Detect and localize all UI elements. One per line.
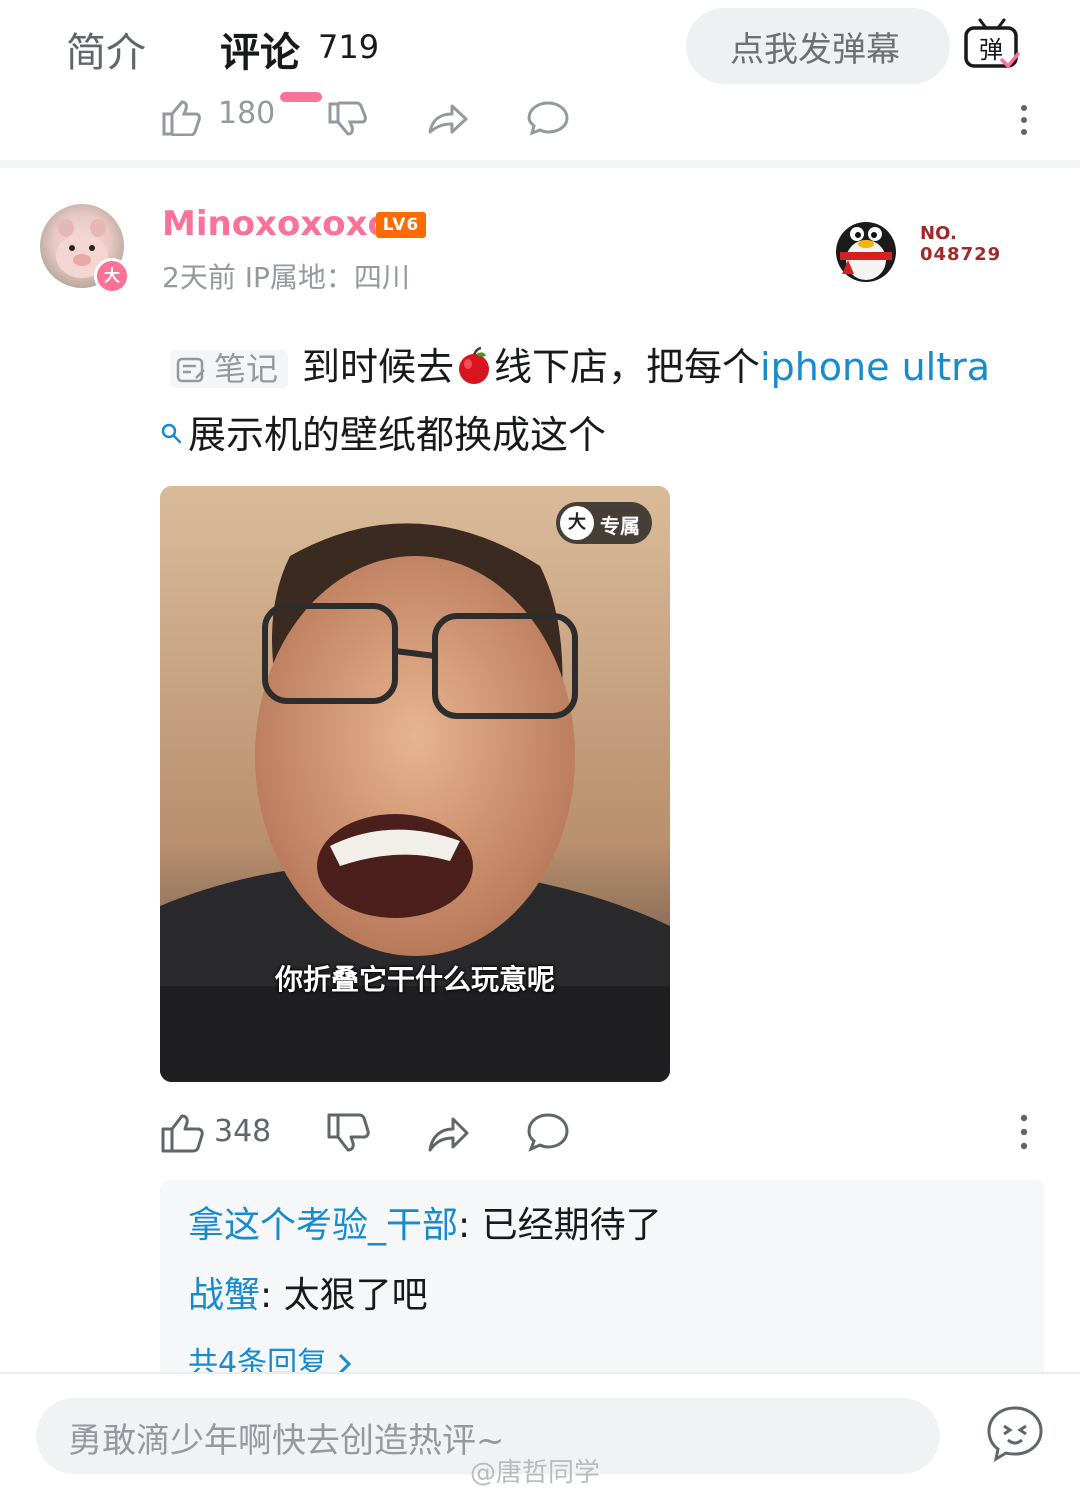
fan-badge-number: 048729: [920, 244, 1002, 265]
like-count: 348: [214, 1114, 272, 1149]
prev-like-count: 180: [218, 96, 276, 131]
username[interactable]: Minoxoxoxo: [162, 204, 391, 244]
prev-share-icon[interactable]: [426, 102, 470, 140]
comment-text-line2: 展示机的壁纸都换成这个: [160, 408, 606, 462]
tab-comments[interactable]: 评论: [220, 20, 300, 78]
search-link[interactable]: iphone ultra: [760, 345, 990, 389]
reply-text: 已经期待了: [481, 1205, 662, 1246]
avatar-badge: 大: [94, 258, 130, 294]
fan-badge-label: NO.: [920, 223, 957, 244]
more-options-icon[interactable]: [1014, 1112, 1034, 1152]
prev-dislike-icon[interactable]: [326, 100, 370, 140]
reply-icon[interactable]: [526, 1112, 570, 1154]
prev-like-icon[interactable]: [160, 100, 204, 140]
comment-text-line1: 笔记 到时候去 线下店，把每个iphone ultra: [170, 340, 1050, 396]
tab-intro[interactable]: 简介: [66, 20, 146, 78]
watermark: @唐哲同学: [470, 1458, 601, 1488]
reply-text: 太狠了吧: [283, 1275, 428, 1316]
exclusive-badge: 大 专属: [556, 502, 652, 544]
reply-colon: :: [458, 1205, 482, 1246]
share-icon[interactable]: [426, 1114, 470, 1154]
danmaku-toggle-icon[interactable]: 弹: [962, 16, 1022, 72]
comment-text-part2: 线下店，把每个: [494, 345, 761, 389]
level-badge: LV6: [376, 212, 426, 238]
danmaku-placeholder: 点我发弹幕: [730, 30, 900, 70]
prev-more-icon[interactable]: [1016, 104, 1032, 140]
exclusive-badge-label: 专属: [600, 514, 640, 538]
fan-badge-penguin-icon: [828, 206, 904, 284]
comment-count: 719: [318, 28, 380, 66]
danmaku-icon-label: 弹: [979, 36, 1003, 64]
note-tag-label: 笔记: [214, 350, 279, 388]
emoji-icon[interactable]: [984, 1402, 1046, 1464]
dislike-icon[interactable]: [326, 1112, 370, 1154]
search-icon[interactable]: [160, 422, 182, 444]
reply-item[interactable]: 战蟹: 太狠了吧: [188, 1272, 428, 1320]
reply-author[interactable]: 战蟹: [188, 1275, 260, 1316]
active-tab-indicator: [280, 92, 322, 102]
reply-item[interactable]: 拿这个考验_干部: 已经期待了: [188, 1202, 662, 1250]
prev-reply-icon[interactable]: [526, 100, 570, 140]
note-tag[interactable]: 笔记: [170, 350, 289, 388]
comment-text-part1: 到时候去: [302, 345, 455, 389]
reply-author[interactable]: 拿这个考验_干部: [188, 1205, 458, 1246]
reply-colon: :: [260, 1275, 284, 1316]
comment-text-line2-label: 展示机的壁纸都换成这个: [188, 413, 607, 457]
comment-input-placeholder: 勇敢滴少年啊快去创造热评~: [68, 1421, 505, 1461]
apple-emoji-icon: [459, 346, 490, 384]
like-icon[interactable]: [160, 1112, 204, 1154]
image-caption: 你折叠它干什么玩意呢: [274, 963, 555, 996]
note-icon: [176, 357, 205, 383]
comment-meta: 2天前 IP属地：四川: [162, 261, 410, 294]
exclusive-badge-icon: 大: [560, 506, 594, 540]
divider: [0, 160, 1080, 168]
